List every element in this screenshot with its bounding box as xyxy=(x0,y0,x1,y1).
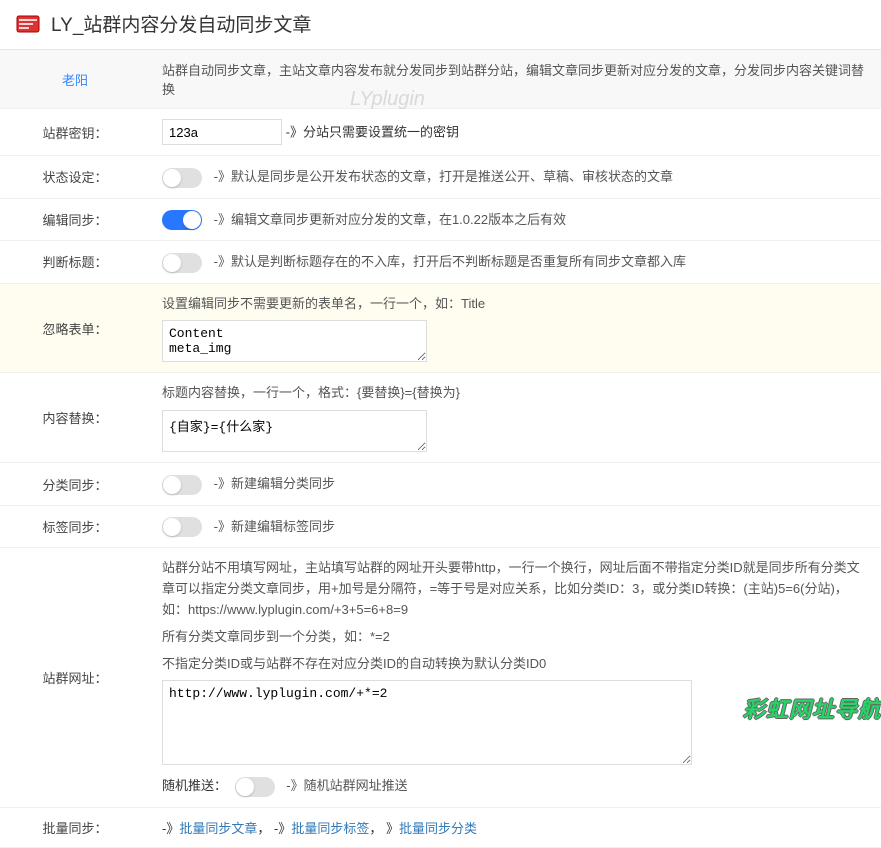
category-sync-label: 分类同步： xyxy=(0,463,150,506)
watermark-bottom: 彩虹网址导航 xyxy=(743,692,881,724)
batch-sync-label: 批量同步： xyxy=(0,807,150,847)
tag-sync-desc: -》新建编辑标签同步 xyxy=(214,519,335,534)
content-replace-textarea[interactable] xyxy=(162,410,427,452)
row-tag-sync: 标签同步： -》新建编辑标签同步 xyxy=(0,505,881,548)
random-push-label: 随机推送： xyxy=(162,775,227,794)
ignore-form-label: 忽略表单： xyxy=(0,283,150,373)
batch-sep1: ， -》 xyxy=(257,821,291,836)
status-toggle[interactable] xyxy=(162,168,202,188)
row-batch-sync: 批量同步： -》批量同步文章， -》批量同步标签， 》批量同步分类 xyxy=(0,807,881,847)
row-ignore-form: 忽略表单： 设置编辑同步不需要更新的表单名，一行一个，如：Title xyxy=(0,283,881,373)
edit-sync-label: 编辑同步： xyxy=(0,198,150,241)
site-url-label: 站群网址： xyxy=(0,548,150,808)
batch-sep2: ， 》 xyxy=(369,821,399,836)
app-icon xyxy=(15,12,43,36)
status-label: 状态设定： xyxy=(0,156,150,199)
batch-sync-tags-link[interactable]: 批量同步标签 xyxy=(291,821,369,836)
page-title: LY_站群内容分发自动同步文章 xyxy=(51,10,311,37)
site-url-help2: 所有分类文章同步到一个分类，如：*=2 xyxy=(162,627,869,648)
info-row: 老阳 站群自动同步文章，主站文章内容发布就分发同步到站群分站，编辑文章同步更新对… xyxy=(0,50,881,109)
secret-input[interactable] xyxy=(162,119,282,145)
row-judge-title: 判断标题： -》默认是判断标题存在的不入库，打开后不判断标题是否重复所有同步文章… xyxy=(0,241,881,284)
settings-table: 老阳 站群自动同步文章，主站文章内容发布就分发同步到站群分站，编辑文章同步更新对… xyxy=(0,50,881,848)
judge-title-desc: -》默认是判断标题存在的不入库，打开后不判断标题是否重复所有同步文章都入库 xyxy=(214,254,686,269)
edit-sync-toggle[interactable] xyxy=(162,210,202,230)
row-edit-sync: 编辑同步： -》编辑文章同步更新对应分发的文章，在1.0.22版本之后有效 xyxy=(0,198,881,241)
content-replace-label: 内容替换： xyxy=(0,373,150,463)
ignore-form-help: 设置编辑同步不需要更新的表单名，一行一个，如：Title xyxy=(162,294,869,315)
judge-title-toggle[interactable] xyxy=(162,253,202,273)
row-content-replace: 内容替换： 标题内容替换，一行一个，格式：{要替换}={替换为} xyxy=(0,373,881,463)
edit-sync-desc: -》编辑文章同步更新对应分发的文章，在1.0.22版本之后有效 xyxy=(214,212,566,227)
batch-sync-categories-link[interactable]: 批量同步分类 xyxy=(399,821,477,836)
author-label: 老阳 xyxy=(0,50,150,109)
row-site-url: 站群网址： 站群分站不用填写网址，主站填写站群的网址开头要带http，一行一个换… xyxy=(0,548,881,808)
page-header: LY_站群内容分发自动同步文章 xyxy=(0,0,881,50)
random-push-desc: -》随机站群网址推送 xyxy=(286,778,407,793)
ignore-form-textarea[interactable] xyxy=(162,320,427,362)
site-url-help3: 不指定分类ID或与站群不存在对应分类ID的自动转换为默认分类ID0 xyxy=(162,654,869,675)
random-push-toggle[interactable] xyxy=(235,777,275,797)
row-secret: 站群密钥： -》分站只需要设置统一的密钥 xyxy=(0,109,881,156)
tag-sync-toggle[interactable] xyxy=(162,517,202,537)
secret-suffix: -》分站只需要设置统一的密钥 xyxy=(286,125,459,140)
row-category-sync: 分类同步： -》新建编辑分类同步 xyxy=(0,463,881,506)
tag-sync-label: 标签同步： xyxy=(0,505,150,548)
site-url-help1: 站群分站不用填写网址，主站填写站群的网址开头要带http，一行一个换行，网址后面… xyxy=(162,558,869,620)
secret-label: 站群密钥： xyxy=(0,109,150,156)
content-replace-help: 标题内容替换，一行一个，格式：{要替换}={替换为} xyxy=(162,383,869,404)
row-status: 状态设定： -》默认是同步是公开发布状态的文章，打开是推送公开、草稿、审核状态的… xyxy=(0,156,881,199)
category-sync-desc: -》新建编辑分类同步 xyxy=(214,476,335,491)
site-url-textarea[interactable] xyxy=(162,680,692,765)
batch-prefix1: -》 xyxy=(162,821,179,836)
judge-title-label: 判断标题： xyxy=(0,241,150,284)
plugin-description: 站群自动同步文章，主站文章内容发布就分发同步到站群分站，编辑文章同步更新对应分发… xyxy=(150,50,881,109)
status-desc: -》默认是同步是公开发布状态的文章，打开是推送公开、草稿、审核状态的文章 xyxy=(214,169,673,184)
batch-sync-articles-link[interactable]: 批量同步文章 xyxy=(179,821,257,836)
category-sync-toggle[interactable] xyxy=(162,475,202,495)
